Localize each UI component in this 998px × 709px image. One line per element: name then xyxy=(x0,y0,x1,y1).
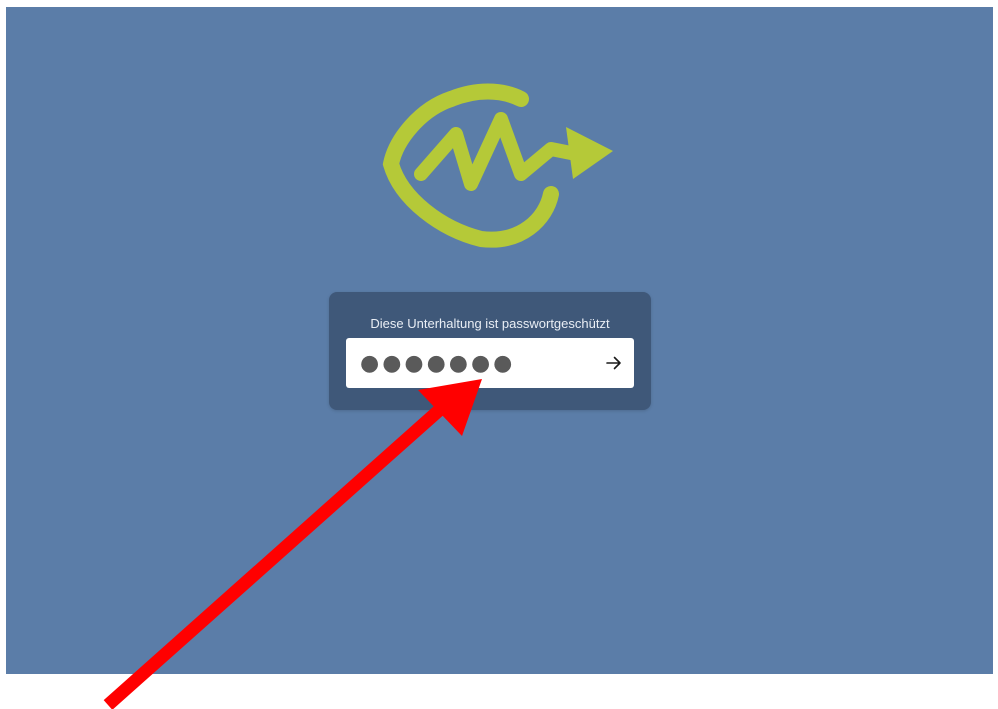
app-logo xyxy=(382,83,613,248)
password-dialog: Diese Unterhaltung ist passwortgeschützt xyxy=(329,292,651,410)
submit-button[interactable] xyxy=(594,338,634,388)
app-screen: Diese Unterhaltung ist passwortgeschützt xyxy=(6,7,993,674)
password-input[interactable] xyxy=(346,338,586,388)
arrow-right-icon xyxy=(606,356,621,370)
password-field[interactable] xyxy=(346,338,634,388)
password-prompt-label: Diese Unterhaltung ist passwortgeschützt xyxy=(370,316,610,331)
